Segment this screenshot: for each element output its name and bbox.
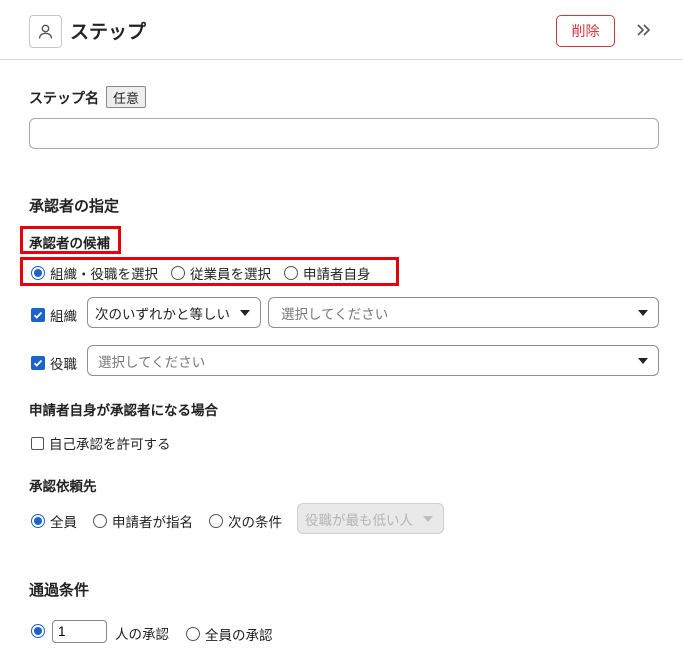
organization-label: 組織 [50,309,77,325]
position-checkbox[interactable] [31,356,45,370]
pass-condition-heading: 通過条件 [29,581,90,599]
user-icon [29,15,62,48]
radio-applicant-self[interactable] [284,266,298,280]
request-target-radio-group: 全員 申請者が指名 次の条件 [31,511,282,531]
radio-applicant-nominates[interactable] [93,514,107,528]
step-name-label: ステップ名 [29,91,99,107]
all-approval-option[interactable]: 全員の承認 [186,624,273,644]
count-suffix-label: 人の承認 [115,627,169,643]
radio-count-approval[interactable] [31,624,45,638]
delete-button[interactable]: 削除 [556,15,615,47]
page-title: ステップ [70,21,147,43]
self-approval-checkbox-row[interactable]: 自己承認を許可する [31,433,171,453]
organization-checkbox-row[interactable]: 組織 [31,305,77,325]
request-option-nominate[interactable]: 申請者が指名 [93,511,193,531]
approver-candidates-label: 承認者の候補 [29,236,110,252]
candidate-option-employee[interactable]: 従業員を選択 [171,263,271,283]
radio-all-approval[interactable] [186,627,200,641]
radio-all[interactable] [31,514,45,528]
position-checkbox-row[interactable]: 役職 [31,353,77,373]
step-name-input[interactable] [29,118,659,149]
approval-count-input[interactable] [52,620,107,643]
request-option-all[interactable]: 全員 [31,511,77,531]
caret-down-icon [240,309,250,316]
self-approval-heading: 申請者自身が承認者になる場合 [29,403,218,419]
organization-checkbox[interactable] [31,308,45,322]
position-label: 役職 [50,357,77,373]
caret-down-icon [423,515,433,522]
self-approval-checkbox[interactable] [31,436,44,450]
candidate-radio-group: 組織・役職を選択 従業員を選択 申請者自身 [31,263,384,283]
candidate-option-self[interactable]: 申請者自身 [284,263,371,283]
caret-down-icon [638,357,648,364]
optional-badge: 任意 [106,86,147,108]
condition-select-disabled: 役職が最も低い人 [297,503,444,534]
caret-down-icon [638,309,648,316]
radio-next-condition[interactable] [209,514,223,528]
request-option-condition[interactable]: 次の条件 [209,511,282,531]
candidate-option-org[interactable]: 組織・役職を選択 [31,263,158,283]
panel-header: ステップ 削除 [0,0,683,60]
organization-value-select[interactable]: 選択してください [268,297,659,328]
approver-section-title: 承認者の指定 [29,197,120,215]
request-target-heading: 承認依頼先 [29,479,97,495]
organization-condition-select[interactable]: 次のいずれかと等しい [87,297,261,328]
position-value-select[interactable]: 選択してください [87,345,659,376]
radio-employee[interactable] [171,266,185,280]
radio-org-position[interactable] [31,266,45,280]
self-approval-label: 自己承認を許可する [49,437,171,453]
chevron-double-right-icon[interactable] [633,19,655,41]
